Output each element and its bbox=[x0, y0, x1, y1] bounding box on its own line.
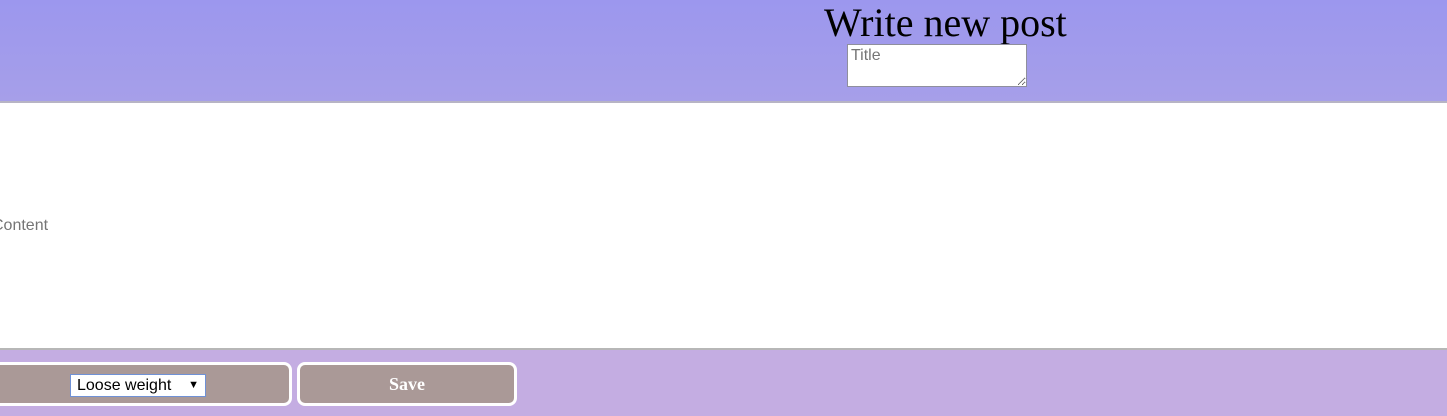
category-select[interactable]: Loose weight ▼ bbox=[70, 374, 206, 397]
category-select-value: Loose weight bbox=[77, 377, 172, 394]
header: Write new post bbox=[0, 0, 1447, 103]
content-input[interactable] bbox=[0, 103, 1447, 348]
write-post-page: Write new post Loose weight ▼ Save bbox=[0, 0, 1447, 416]
chevron-down-icon: ▼ bbox=[188, 379, 199, 391]
title-input[interactable] bbox=[847, 44, 1027, 87]
footer: Loose weight ▼ Save bbox=[0, 350, 1447, 416]
page-title: Write new post bbox=[824, 0, 1067, 45]
save-button[interactable]: Save bbox=[297, 362, 517, 406]
category-box: Loose weight ▼ bbox=[0, 362, 292, 406]
content-area bbox=[0, 103, 1447, 350]
